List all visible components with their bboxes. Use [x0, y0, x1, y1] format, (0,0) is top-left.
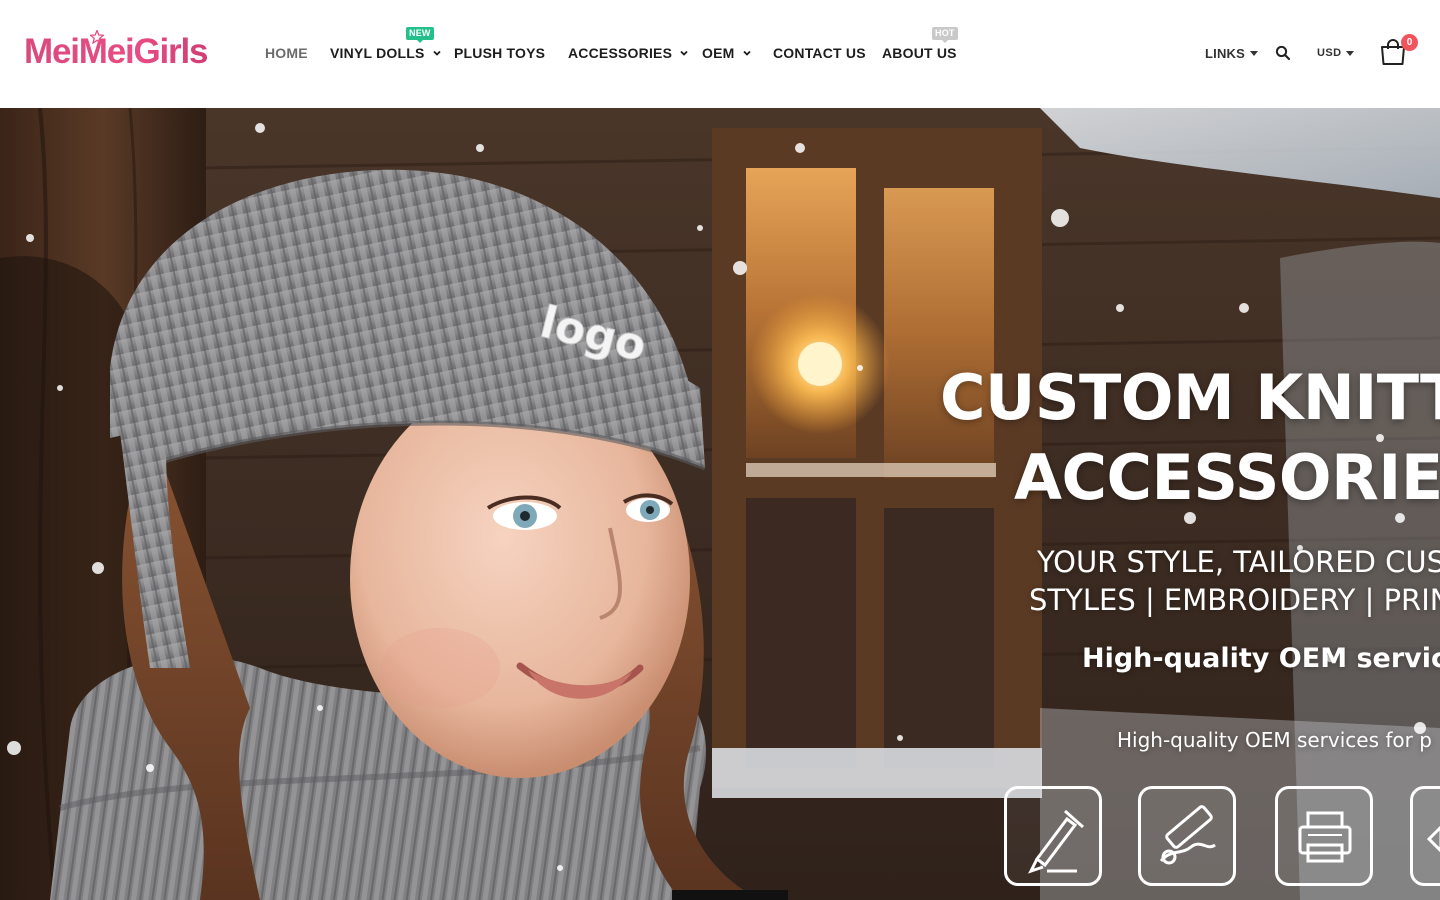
nav-home-label: HOME	[265, 45, 308, 61]
measuring-tape-icon	[1138, 786, 1236, 886]
currency-selector[interactable]: USD	[1317, 47, 1355, 59]
new-badge: NEW	[406, 27, 434, 43]
nav-vinyl-dolls-label: VINYL DOLLS	[330, 45, 425, 61]
links-label: LINKS	[1205, 46, 1245, 61]
search-icon[interactable]	[1275, 45, 1291, 61]
nav-vinyl-dolls[interactable]: NEW VINYL DOLLS	[330, 27, 442, 62]
nav-oem[interactable]: OEM	[702, 44, 752, 62]
hot-badge: HOT	[932, 27, 958, 43]
nav-about-us-label: ABOUT US	[882, 45, 957, 61]
nav-contact-us[interactable]: CONTACT US	[773, 44, 866, 62]
nav-plush-toys[interactable]: PLUSH TOYS	[454, 44, 545, 62]
nav-accessories-label: ACCESSORIES	[568, 45, 673, 61]
nav-home[interactable]: HOME	[265, 44, 308, 62]
hero-subtitle-line2: STYLES | EMBROIDERY | PRIN	[1029, 583, 1440, 617]
site-header: MeiMeiGirls HOME NEW VINYL DOLLS PLUSH T…	[0, 0, 1440, 108]
hero-title-line2: ACCESSORIE	[1014, 441, 1440, 514]
pen-nib-icon	[1004, 786, 1102, 886]
chevron-down-icon	[432, 50, 441, 56]
caret-down-icon	[1346, 50, 1355, 56]
hero-subtitle-line1: YOUR STYLE, TAILORED CUS	[1037, 545, 1440, 579]
currency-label: USD	[1317, 47, 1342, 59]
site-logo[interactable]: MeiMeiGirls	[24, 30, 226, 74]
hero-banner[interactable]: logo CUSTOM KNITTE ACCESSORIE YOUR STYLE…	[0, 108, 1440, 900]
caret-down-icon	[1250, 51, 1258, 56]
star-icon	[90, 30, 104, 44]
chevron-down-icon	[742, 50, 751, 56]
chevron-down-icon	[680, 50, 688, 56]
nav-contact-us-label: CONTACT US	[773, 45, 866, 61]
hero-oem-heading: High-quality OEM servic	[1082, 643, 1440, 674]
hero-subtitle: YOUR STYLE, TAILORED CUS STYLES | EMBROI…	[1029, 543, 1440, 619]
nav-accessories[interactable]: ACCESSORIES	[568, 44, 689, 62]
links-dropdown[interactable]: LINKS	[1205, 46, 1258, 61]
nav-plush-toys-label: PLUSH TOYS	[454, 45, 546, 61]
nav-oem-label: OEM	[702, 45, 735, 61]
partial-icon	[1410, 786, 1440, 886]
cart-count-badge: 0	[1401, 34, 1418, 51]
hero-title: CUSTOM KNITTE ACCESSORIE	[940, 358, 1440, 518]
hero-title-line1: CUSTOM KNITTE	[940, 361, 1440, 434]
hero-oem-text: High-quality OEM services for p	[1117, 728, 1432, 752]
nav-about-us[interactable]: HOT ABOUT US	[882, 27, 958, 62]
slider-indicator[interactable]	[672, 890, 788, 900]
logo-text: MeiMeiGirls	[24, 30, 208, 74]
printer-icon	[1275, 786, 1373, 886]
